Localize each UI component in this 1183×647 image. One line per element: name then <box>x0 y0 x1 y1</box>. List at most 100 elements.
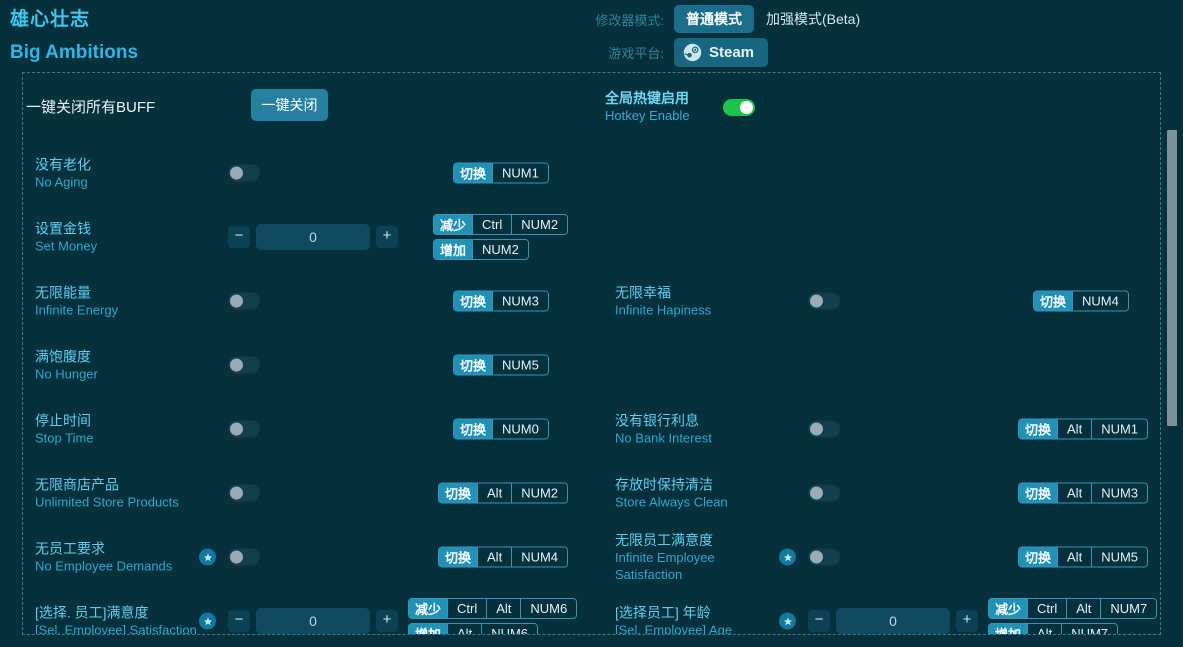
hotkey-action-label: 切换 <box>439 548 477 567</box>
hotkey-key: Alt <box>1057 484 1091 503</box>
cheat-row-labels: 无限员工满意度Infinite Employee Satisfaction <box>615 531 783 583</box>
hotkey-key: NUM4 <box>1072 292 1128 311</box>
hotkey-enable-toggle[interactable] <box>723 99 755 116</box>
cheat-name-en: No Aging <box>35 174 203 191</box>
cheat-row-spacer <box>603 333 1161 397</box>
decrease-button[interactable]: − <box>228 610 250 632</box>
star-icon[interactable] <box>779 613 796 630</box>
cheat-toggle-wrap <box>228 165 260 182</box>
hotkey-key: Alt <box>1027 624 1061 635</box>
toggle-knob <box>740 101 753 114</box>
cheat-toggle[interactable] <box>228 293 260 310</box>
hotkey-action-label: 切换 <box>439 484 477 503</box>
cheat-row-spacer <box>603 205 1161 269</box>
hotkey-binding[interactable]: 增加AltNUM7 <box>988 623 1118 635</box>
cheat-toggle[interactable] <box>808 549 840 566</box>
toggle-knob <box>230 423 243 436</box>
hotkey-binding[interactable]: 切换AltNUM3 <box>1018 483 1148 504</box>
star-icon[interactable] <box>199 549 216 566</box>
page-title-en: Big Ambitions <box>10 41 138 65</box>
hotkey-binding[interactable]: 切换NUM4 <box>1033 291 1129 312</box>
star-icon[interactable] <box>779 549 796 566</box>
hotkey-binding[interactable]: 增加NUM2 <box>433 239 529 260</box>
cheat-toggle[interactable] <box>228 549 260 566</box>
increase-button[interactable]: + <box>956 610 978 632</box>
cheat-name-cn: 无限能量 <box>35 284 203 302</box>
decrease-button[interactable]: − <box>228 226 250 248</box>
game-platform-row: 游戏平台: Steam <box>588 38 768 66</box>
hotkey-key: Alt <box>477 484 511 503</box>
value-input[interactable]: 0 <box>256 608 370 634</box>
cheat-row-labels: 停止时间Stop Time <box>35 412 203 447</box>
cheat-toggle[interactable] <box>228 421 260 438</box>
cheat-row-labels: [选择. 员工]满意度[Sel. Employee] Satisfaction <box>35 604 203 636</box>
hotkey-binding[interactable]: 切换NUM5 <box>453 355 549 376</box>
close-all-button[interactable]: 一键关闭 <box>251 89 328 121</box>
cheat-row-labels: 无限商店产品Unlimited Store Products <box>35 476 203 511</box>
value-input[interactable]: 0 <box>256 224 370 250</box>
hotkey-key: NUM0 <box>492 420 548 439</box>
hotkey-key: NUM1 <box>492 164 548 183</box>
hotkey-group: 减少CtrlAltNUM7 增加AltNUM7 <box>988 598 1157 635</box>
hotkey-binding[interactable]: 切换AltNUM5 <box>1018 547 1148 568</box>
hotkey-binding[interactable]: 切换NUM0 <box>453 419 549 440</box>
hotkey-binding[interactable]: 切换AltNUM4 <box>438 547 568 568</box>
cheat-toggle[interactable] <box>808 485 840 502</box>
toggle-knob <box>230 359 243 372</box>
hotkey-enable-labels: 全局热键启用 Hotkey Enable <box>605 89 715 124</box>
scrollbar-thumb[interactable] <box>1167 130 1177 426</box>
hotkey-enable-label-en: Hotkey Enable <box>605 107 715 124</box>
hotkey-binding[interactable]: 增加AltNUM6 <box>408 623 538 635</box>
hotkey-binding[interactable]: 减少CtrlAltNUM7 <box>988 598 1157 619</box>
hotkey-binding[interactable]: 减少CtrlAltNUM6 <box>408 598 577 619</box>
cheat-name-en: Infinite Energy <box>35 302 203 319</box>
cheat-toggle-wrap <box>808 485 840 502</box>
cheat-panel: 一键关闭所有BUFF 一键关闭 全局热键启用 Hotkey Enable 没有老… <box>22 72 1161 635</box>
toggle-knob <box>810 487 823 500</box>
hotkey-binding[interactable]: 切换AltNUM1 <box>1018 419 1148 440</box>
mode-tab-enhanced[interactable]: 加强模式(Beta) <box>754 5 872 33</box>
hotkey-binding[interactable]: 减少CtrlNUM2 <box>433 214 568 235</box>
cheat-list-scroller: 一键关闭所有BUFF 一键关闭 全局热键启用 Hotkey Enable 没有老… <box>23 73 1161 635</box>
cheat-row-infinite-employee-satisfaction: 无限员工满意度Infinite Employee Satisfaction 切换A… <box>603 525 1161 589</box>
cheat-toggle-wrap <box>228 485 260 502</box>
cheat-row-no-hunger: 满饱腹度No Hunger切换NUM5 <box>23 333 592 397</box>
hotkey-action-label: 减少 <box>989 599 1027 618</box>
value-input[interactable]: 0 <box>836 608 950 634</box>
hotkey-key: Alt <box>486 599 520 618</box>
platform-steam-button[interactable]: Steam <box>674 38 768 67</box>
hotkey-binding[interactable]: 切换NUM3 <box>453 291 549 312</box>
hotkey-action-label: 减少 <box>409 599 447 618</box>
cheat-toggle[interactable] <box>808 421 840 438</box>
cheat-row-set-money: 设置金钱Set Money−0+减少CtrlNUM2增加NUM2 <box>23 205 592 269</box>
hotkey-enable-block: 全局热键启用 Hotkey Enable <box>605 89 755 124</box>
increase-button[interactable]: + <box>376 610 398 632</box>
app-header: 雄心壮志 Big Ambitions 修改器模式: 普通模式 加强模式(Beta… <box>0 0 1183 72</box>
cheat-toggle[interactable] <box>228 165 260 182</box>
mode-tab-normal[interactable]: 普通模式 <box>674 5 754 33</box>
hotkey-group: 切换AltNUM5 <box>1018 547 1148 568</box>
star-icon[interactable] <box>199 613 216 630</box>
cheat-toggle-wrap <box>228 293 260 310</box>
hotkey-binding[interactable]: 切换NUM1 <box>453 163 549 184</box>
cheat-row-no-employee-demands: 无员工要求No Employee Demands切换AltNUM4 <box>23 525 592 589</box>
hotkey-key: NUM3 <box>492 292 548 311</box>
cheat-toggle[interactable] <box>228 485 260 502</box>
trainer-mode-row: 修改器模式: 普通模式 加强模式(Beta) <box>588 5 872 33</box>
increase-button[interactable]: + <box>376 226 398 248</box>
cheat-name-cn: 满饱腹度 <box>35 348 203 366</box>
cheat-toggle[interactable] <box>808 293 840 310</box>
hotkey-action-label: 增加 <box>409 624 447 635</box>
cheat-row-infinite-energy: 无限能量Infinite Energy 切换NUM3 <box>23 269 592 333</box>
cheat-row-no-bank-interest: 没有银行利息No Bank Interest切换AltNUM1 <box>603 397 1161 461</box>
hotkey-key: NUM7 <box>1061 624 1117 635</box>
hotkey-action-label: 切换 <box>454 292 492 311</box>
cheat-name-cn: 无限员工满意度 <box>615 531 783 549</box>
cheat-toggle[interactable] <box>228 357 260 374</box>
hotkey-action-label: 切换 <box>1019 420 1057 439</box>
cheat-name-cn: 没有银行利息 <box>615 412 783 430</box>
hotkey-key: NUM3 <box>1091 484 1147 503</box>
hotkey-key: Ctrl <box>447 599 486 618</box>
hotkey-binding[interactable]: 切换AltNUM2 <box>438 483 568 504</box>
decrease-button[interactable]: − <box>808 610 830 632</box>
